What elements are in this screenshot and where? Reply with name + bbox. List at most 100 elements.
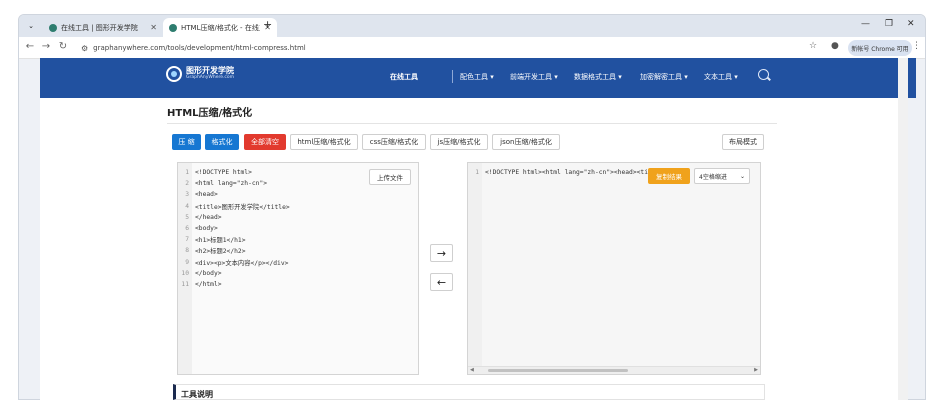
line-number: 7 [185, 236, 189, 244]
code-text: <h2>标题2</h2> [195, 248, 246, 256]
nav-crypto-tools[interactable]: 加密解密工具 ▾ [640, 72, 688, 82]
code-text: <!DOCTYPE html><html lang="zh-cn"><head>… [485, 169, 649, 176]
code-text: <div><p>文本内容</p></div> [195, 259, 289, 267]
tab-title: HTML压缩/格式化 - 在线工具 | 图形开发学院 [181, 23, 260, 32]
title-divider [167, 123, 777, 124]
arrow-left-button[interactable]: ← [430, 273, 453, 291]
code-line: 9 <div><p>文本内容</p></div> [178, 257, 288, 268]
arrow-left-icon: ← [436, 275, 447, 289]
scrollbar-thumb[interactable] [488, 369, 628, 372]
profile-button[interactable]: 新帐号 Chrome 可用 [848, 40, 912, 56]
code-line: 8 <h2>标题2</h2> [178, 245, 246, 256]
code-text: </head> [195, 213, 222, 221]
scroll-left-icon[interactable]: ◀ [470, 367, 474, 373]
line-number: 4 [185, 202, 189, 210]
chevron-down-icon: ⌄ [739, 172, 745, 180]
maximize-icon[interactable]: ❐ [885, 19, 893, 29]
line-number: 5 [185, 213, 189, 221]
line-number: 6 [185, 225, 189, 232]
line-number: 8 [185, 247, 189, 255]
code-text: <h1>标题1</h1> [195, 237, 246, 245]
browser-tab-tools[interactable]: 在线工具 | 图形开发学院 ✕ [43, 18, 163, 37]
line-number: 1 [475, 169, 479, 176]
code-line: 6 <body> [178, 223, 218, 234]
close-window-icon[interactable]: ✕ [907, 19, 915, 29]
nav-color-tools[interactable]: 配色工具 ▾ [460, 72, 494, 82]
minimize-icon[interactable]: — [861, 19, 870, 29]
nav-frontend-tools[interactable]: 前端开发工具 ▾ [510, 72, 558, 82]
code-line: 5 </head> [178, 212, 222, 223]
input-editor[interactable]: 1 <!DOCTYPE html> 2 <html lang="zh-cn"> 3 <he… [177, 162, 419, 375]
tab-title: 在线工具 | 图形开发学院 [61, 23, 138, 32]
line-number: 2 [185, 180, 189, 188]
line-number: 11 [181, 281, 189, 288]
code-text: <head> [195, 191, 218, 199]
page-title: HTML压缩/格式化 [167, 108, 253, 119]
search-icon[interactable] [758, 69, 769, 80]
account-icon[interactable]: ● [831, 41, 839, 51]
logo-subtitle: GraphAnyWhere.com [186, 74, 235, 80]
line-number: 10 [181, 269, 189, 277]
line-number: 1 [185, 169, 189, 176]
indent-select-value: 4空格缩进 [699, 173, 727, 181]
reload-icon[interactable]: ↻ [56, 41, 70, 52]
site-logo[interactable]: 图形开发学院 GraphAnyWhere.com [166, 66, 234, 82]
site-favicon-icon [49, 23, 57, 32]
tab-js-compress[interactable]: js压缩/格式化 [430, 134, 488, 150]
url-field[interactable]: ⚙ graphanywhere.com/tools/development/ht… [75, 40, 775, 56]
new-tab-icon[interactable]: + [263, 18, 272, 31]
code-text: </html> [195, 281, 222, 288]
arrow-right-button[interactable]: → [430, 244, 453, 262]
arrow-right-icon: → [436, 246, 447, 260]
code-text: <!DOCTYPE html> [195, 169, 252, 176]
format-button[interactable]: 格式化 [205, 134, 239, 150]
site-favicon-icon [169, 23, 177, 32]
code-text: </body> [195, 269, 222, 277]
code-line: 1 <!DOCTYPE html> [178, 167, 252, 178]
page-scrollbar[interactable] [898, 58, 908, 400]
code-text: <title>图形开发学院</title> [195, 203, 290, 211]
clear-all-button[interactable]: 全部清空 [244, 134, 286, 150]
line-number: 9 [185, 258, 189, 266]
code-line: 3 <head> [178, 189, 218, 200]
nav-text-tools[interactable]: 文本工具 ▾ [704, 72, 738, 82]
code-line: 1 <!DOCTYPE html><html lang="zh-cn"><head… [468, 167, 648, 178]
scroll-right-icon[interactable]: ▶ [754, 367, 758, 373]
forward-icon[interactable]: → [39, 41, 53, 52]
bookmark-star-icon[interactable]: ☆ [809, 41, 817, 51]
tab-strip: ⌄ 在线工具 | 图形开发学院 ✕ HTML压缩/格式化 - 在线工具 | 图形… [19, 15, 925, 37]
line-number-gutter [468, 163, 482, 374]
browser-tab-html-compress[interactable]: HTML压缩/格式化 - 在线工具 | 图形开发学院 ✕ [163, 18, 277, 37]
code-line: 11 </html> [178, 279, 222, 290]
indent-select[interactable]: 4空格缩进 ⌄ [694, 168, 750, 184]
code-line: 4 <title>图形开发学院</title> [178, 201, 290, 212]
output-editor[interactable]: 1 <!DOCTYPE html><html lang="zh-cn"><head… [467, 162, 761, 375]
site-header: 图形开发学院 GraphAnyWhere.com 在线工具 配色工具 ▾ 前端开… [40, 58, 916, 98]
address-bar: ← → ↻ ⚙ graphanywhere.com/tools/developm… [19, 37, 925, 59]
nav-online-tools[interactable]: 在线工具 [390, 72, 418, 82]
tool-description-title: 工具说明 [181, 390, 213, 399]
code-text: <html lang="zh-cn"> [195, 180, 268, 188]
tab-json-compress[interactable]: json压缩/格式化 [492, 134, 560, 150]
site-info-icon[interactable]: ⚙ [81, 44, 88, 53]
tab-css-compress[interactable]: css压缩/格式化 [362, 134, 426, 150]
line-number: 3 [185, 191, 189, 199]
code-line: 10 </body> [178, 268, 222, 279]
code-line: 2 <html lang="zh-cn"> [178, 178, 267, 189]
upload-file-button[interactable]: 上传文件 [369, 169, 411, 185]
tool-description-panel: 工具说明 [173, 384, 765, 400]
nav-divider [452, 70, 453, 83]
back-icon[interactable]: ← [23, 41, 37, 52]
horizontal-scrollbar[interactable]: ◀ ▶ [468, 366, 760, 374]
tab-html-compress[interactable]: html压缩/格式化 [290, 134, 358, 150]
compress-button[interactable]: 压 缩 [172, 134, 201, 150]
layout-mode-button[interactable]: 布局模式 [722, 134, 764, 150]
tab-search-icon[interactable]: ⌄ [25, 20, 37, 32]
logo-icon [166, 66, 182, 82]
main-content: HTML压缩/格式化 压 缩 格式化 全部清空 html压缩/格式化 css压缩… [40, 98, 898, 400]
copy-result-button[interactable]: 复制结果 [648, 168, 690, 184]
close-tab-icon[interactable]: ✕ [150, 23, 157, 32]
nav-data-format-tools[interactable]: 数据格式工具 ▾ [574, 72, 622, 82]
browser-menu-icon[interactable]: ⋮ [912, 41, 921, 51]
code-text: <body> [195, 225, 218, 232]
